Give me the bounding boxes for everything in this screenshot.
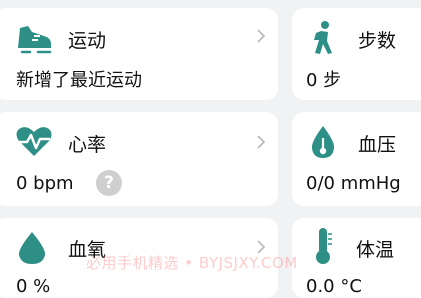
heart-rate-value: 0 bpm (16, 173, 74, 194)
body-temperature-title: 体温 (356, 239, 395, 261)
blood-pressure-title: 血压 (358, 134, 397, 156)
watermark-text: 必用手机精选 • BYJSJXY.COM (86, 254, 298, 272)
exercise-title: 运动 (68, 30, 107, 52)
exercise-value: 新增了最近运动 (16, 70, 142, 91)
heart-rate-title: 心率 (68, 134, 107, 156)
exercise-card[interactable]: 运动 新增了最近运动 (0, 8, 278, 100)
chevron-right-icon[interactable] (256, 28, 266, 48)
steps-card[interactable]: 步数 0 步 (292, 8, 421, 100)
thermometer-icon (312, 226, 334, 270)
droplet-icon (16, 230, 48, 270)
steps-value: 0 步 (306, 70, 342, 91)
blood-drop-icon (310, 124, 336, 164)
heart-pulse-icon (14, 124, 54, 162)
blood-oxygen-value: 0 % (16, 276, 51, 297)
help-icon[interactable]: ? (96, 170, 122, 196)
running-shoe-icon (14, 22, 54, 60)
blood-pressure-value: 0/0 mmHg (306, 173, 401, 194)
chevron-right-icon[interactable] (256, 134, 266, 154)
steps-title: 步数 (358, 30, 397, 52)
body-temperature-value: 0.0 °C (306, 276, 362, 297)
walking-person-icon (310, 20, 336, 60)
blood-pressure-card[interactable]: 血压 0/0 mmHg (292, 112, 421, 206)
heart-rate-card[interactable]: 心率 0 bpm ? (0, 112, 278, 206)
body-temperature-card[interactable]: 体温 0.0 °C (292, 218, 421, 298)
